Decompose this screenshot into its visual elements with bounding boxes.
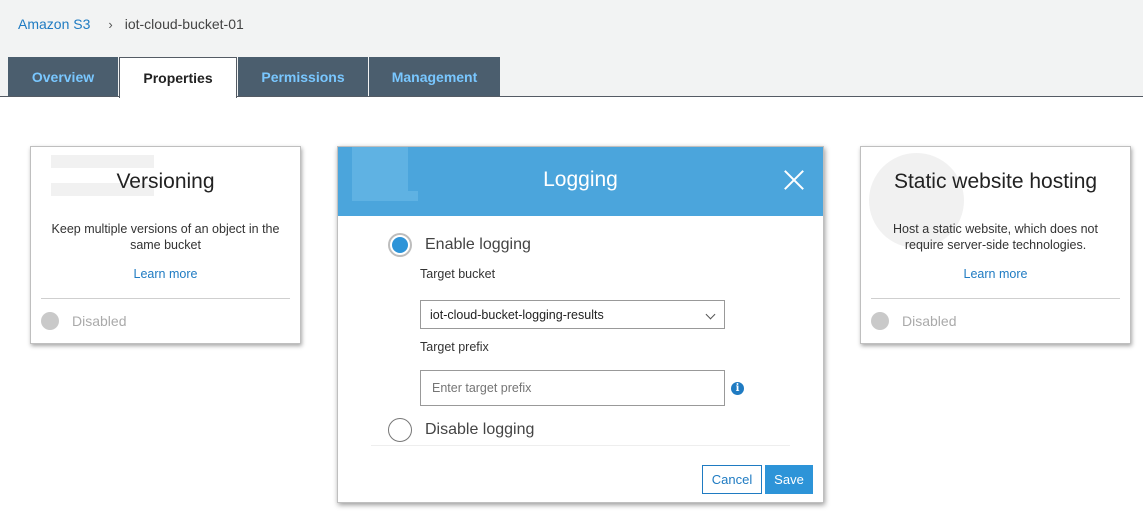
tab-bar: Overview Properties Permissions Manageme… [8,57,501,98]
breadcrumb-amazon-s3-link[interactable]: Amazon S3 [18,16,90,32]
tab-properties[interactable]: Properties [119,57,237,98]
tab-overview[interactable]: Overview [8,57,118,96]
logging-modal: Logging Enable logging Target bucket iot… [337,146,824,503]
chevron-down-icon [705,309,716,320]
logging-modal-header: Logging [338,147,823,216]
save-button[interactable]: Save [765,465,813,494]
breadcrumb: Amazon S3 › iot-cloud-bucket-01 [18,16,244,32]
target-prefix-label: Target prefix [420,340,489,354]
versioning-learn-more-link[interactable]: Learn more [31,267,300,281]
static-website-hosting-card[interactable]: Static website hosting Host a static web… [860,146,1131,344]
top-bar: Amazon S3 › iot-cloud-bucket-01 Overview… [0,0,1143,98]
cancel-button[interactable]: Cancel [702,465,762,494]
close-icon[interactable] [783,169,805,191]
tab-management[interactable]: Management [369,57,500,96]
target-bucket-label: Target bucket [420,267,496,281]
versioning-description: Keep multiple versions of an object in t… [51,222,280,252]
target-bucket-select[interactable]: iot-cloud-bucket-logging-results [420,300,725,329]
breadcrumb-current-bucket: iot-cloud-bucket-01 [124,16,244,32]
header-document-decoration [352,191,418,201]
disable-logging-label: Disable logging [425,421,535,438]
enable-logging-label: Enable logging [425,236,531,253]
disable-logging-option[interactable]: Disable logging [388,418,534,442]
versioning-card[interactable]: Versioning Keep multiple versions of an … [30,146,301,344]
status-dot-icon [871,312,889,330]
info-icon[interactable]: i [731,382,744,395]
divider [41,298,290,299]
website-status-label: Disabled [902,313,957,329]
website-learn-more-link[interactable]: Learn more [861,267,1130,281]
chevron-right-icon: › [108,16,113,32]
enable-logging-radio[interactable] [388,233,412,257]
status-dot-icon [41,312,59,330]
website-description: Host a static website, which does not re… [893,222,1098,252]
card-background-decoration [51,155,154,168]
target-bucket-value: iot-cloud-bucket-logging-results [430,307,604,322]
website-status: Disabled [871,312,956,330]
divider [871,298,1120,299]
disable-logging-radio[interactable] [388,418,412,442]
target-prefix-input[interactable] [420,370,725,406]
enable-logging-option[interactable]: Enable logging [388,233,531,257]
logging-modal-title: Logging [543,168,618,191]
versioning-status-label: Disabled [72,313,127,329]
tab-permissions[interactable]: Permissions [238,57,368,96]
versioning-title: Versioning [116,170,215,193]
versioning-status: Disabled [41,312,126,330]
divider [371,445,790,446]
website-title: Static website hosting [893,170,1098,193]
